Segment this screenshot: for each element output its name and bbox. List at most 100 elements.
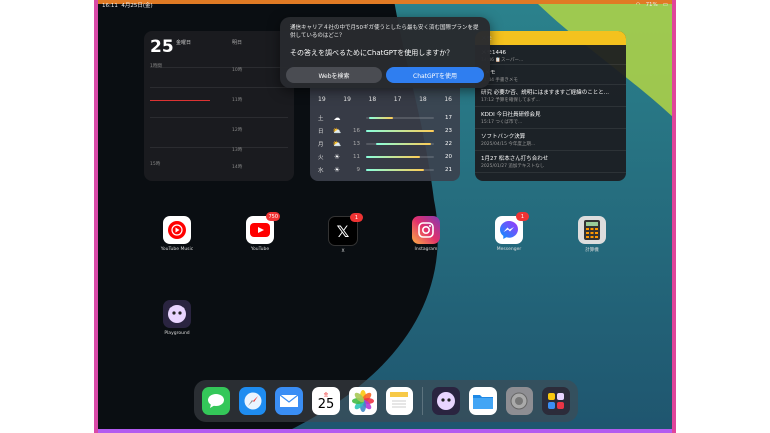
temperature-range-bar <box>366 116 434 119</box>
calendar-day: 25 <box>150 37 174 57</box>
weather-day: 水 <box>318 167 324 174</box>
app-playground[interactable]: Playground <box>155 300 199 336</box>
notes-app-icon[interactable] <box>385 387 414 415</box>
note-item[interactable]: 1月27 松本さん打ち合わせ 2025/01/27 追加テキストなし <box>475 151 626 173</box>
calendar-weekday: 金曜日 <box>176 40 192 46</box>
weather-day: 火 <box>318 154 324 161</box>
messenger-icon: 1 <box>495 212 529 244</box>
weather-hour: 18 <box>419 96 427 103</box>
note-title: KDDI 今日社員研修会見 <box>481 112 541 118</box>
note-item[interactable]: ソフトバンク決算 2025/04/15 今年度上期... <box>475 129 626 151</box>
weather-row: 月 ⛅ 13 22 <box>318 138 452 149</box>
calendar-divider <box>150 117 288 118</box>
calendar-header: 明日 <box>232 40 243 46</box>
calendar-time: 11時 <box>232 98 243 103</box>
messages-icon[interactable] <box>202 387 230 415</box>
weather-row: 火 ☀ 11 20 <box>318 151 452 162</box>
safari-icon[interactable] <box>238 387 267 415</box>
app-x[interactable]: 𝕏 1 X <box>321 213 365 254</box>
weather-high: 22 <box>445 140 452 147</box>
calendar-app-icon[interactable]: 金 25 <box>312 387 340 415</box>
mail-icon[interactable] <box>275 387 304 415</box>
weather-day: 月 <box>318 141 324 148</box>
calendar-now-line <box>150 100 210 101</box>
temperature-range-bar <box>366 129 434 132</box>
app-label: X <box>341 249 345 254</box>
weather-day: 日 <box>318 128 324 135</box>
weather-condition-icon: ☁ <box>333 113 341 122</box>
temperature-range-fill <box>369 116 394 119</box>
photos-icon[interactable] <box>348 387 377 415</box>
notes-title: メモ <box>475 31 626 45</box>
note-title: 1月27 松本さん打ち合わせ <box>481 156 549 162</box>
weather-low: 9 <box>356 166 361 173</box>
note-subtitle: 14:46 📋スーパー... <box>481 58 524 63</box>
files-icon[interactable] <box>468 387 497 415</box>
playground-dock-icon[interactable] <box>432 387 460 415</box>
instagram-icon <box>412 216 440 244</box>
web-search-button[interactable]: Webを検索 <box>286 67 382 83</box>
note-item[interactable]: 2メモ 14:44 手書きメモ <box>475 65 626 85</box>
app-library-icon[interactable] <box>542 387 571 415</box>
calendar-divider <box>150 67 288 68</box>
battery-percent: 71% <box>645 2 658 8</box>
app-instagram[interactable]: Instagram <box>404 216 448 252</box>
battery-icon: ▭ <box>662 2 668 8</box>
calendar-time: 14時 <box>232 165 243 170</box>
app-youtube[interactable]: 750 YouTube <box>238 212 282 252</box>
weather-condition-icon: ⛅ <box>332 139 342 148</box>
weather-widget[interactable]: 19 19 18 17 18 16 土 ☁ 17 日 ⛅ 16 23 月 ⛅ 13 22 火 ☀ 11 20… <box>310 76 460 181</box>
calendar-time: 15時 <box>150 162 161 167</box>
note-item[interactable]: KDDI 今日社員研修会見 15:17 つくば市で... <box>475 107 626 129</box>
notification-badge: 750 <box>266 212 280 221</box>
dialog-ask: その答えを調べるためにChatGPTを使用しますか？ <box>290 49 454 57</box>
temperature-range-bar <box>366 168 434 171</box>
use-chatgpt-button[interactable]: ChatGPTを使用 <box>386 67 484 83</box>
dock: 金 25 <box>194 380 578 422</box>
settings-icon[interactable] <box>505 387 534 415</box>
notification-badge: 1 <box>350 213 363 222</box>
weather-condition-icon: ☀ <box>333 165 341 174</box>
temperature-range-fill <box>376 142 431 145</box>
calendar-divider <box>150 87 288 88</box>
app-calculator[interactable]: 計算機 <box>570 216 614 253</box>
status-bar: 16:11 4月25日(金) ◠ 71% ▭ <box>94 0 676 10</box>
app-label: YouTube Music <box>160 247 194 252</box>
weather-condition-icon: ☀ <box>333 152 341 161</box>
calendar-widget[interactable]: 25 金曜日 明日 1時間 10時 11時 12時 13時 14時 15時 <box>144 31 294 181</box>
app-label: Messenger <box>496 247 522 252</box>
weather-low: 11 <box>353 153 360 160</box>
youtube-icon: 750 <box>246 212 280 244</box>
note-subtitle: 2025/04/15 今年度上期... <box>481 142 536 147</box>
temperature-range-fill <box>366 168 424 171</box>
youtube-music-icon <box>163 216 191 244</box>
note-title: メモ1446 <box>481 50 506 56</box>
app-label: Instagram <box>414 247 438 252</box>
weather-hours: 19 19 18 17 18 16 <box>318 96 452 103</box>
calendar-divider <box>150 147 288 148</box>
temperature-range-bar <box>366 142 434 145</box>
calculator-icon <box>578 216 606 244</box>
weather-hour: 18 <box>368 96 377 103</box>
weather-high: 21 <box>445 166 452 173</box>
notes-widget[interactable]: メモ メモ1446 14:46 📋スーパー... 2メモ 14:44 手書きメモ研究 … <box>475 31 626 181</box>
note-item[interactable]: 研究 必要か否、説明にはますますご経緯のことと... 17:12 予算を確保してま… <box>475 85 626 107</box>
temperature-range-bar <box>366 155 434 158</box>
notification-badge: 1 <box>516 212 529 221</box>
calendar-time: 1時間 <box>150 64 162 69</box>
note-subtitle: 15:17 つくば市で... <box>481 120 523 125</box>
calendar-time: 12時 <box>232 128 243 133</box>
ipad-screen: 16:11 4月25日(金) ◠ 71% ▭ 25 金曜日 明日 1時間 10時 1… <box>94 0 676 433</box>
weather-row: 土 ☁ 17 <box>318 112 452 123</box>
weather-low: 13 <box>353 140 360 147</box>
note-title: 2メモ <box>481 68 620 76</box>
weather-day: 土 <box>318 115 324 122</box>
app-youtube-music[interactable]: YouTube Music <box>155 216 199 252</box>
weather-hour: 16 <box>444 96 452 103</box>
app-messenger[interactable]: 1 Messenger <box>487 212 531 252</box>
note-item[interactable]: メモ1446 14:46 📋スーパー... <box>475 45 626 65</box>
weather-hour: 19 <box>318 96 326 103</box>
x-logo-icon: 𝕏 1 <box>328 213 363 246</box>
temperature-range-fill <box>366 155 421 158</box>
weather-low: 16 <box>353 127 360 134</box>
